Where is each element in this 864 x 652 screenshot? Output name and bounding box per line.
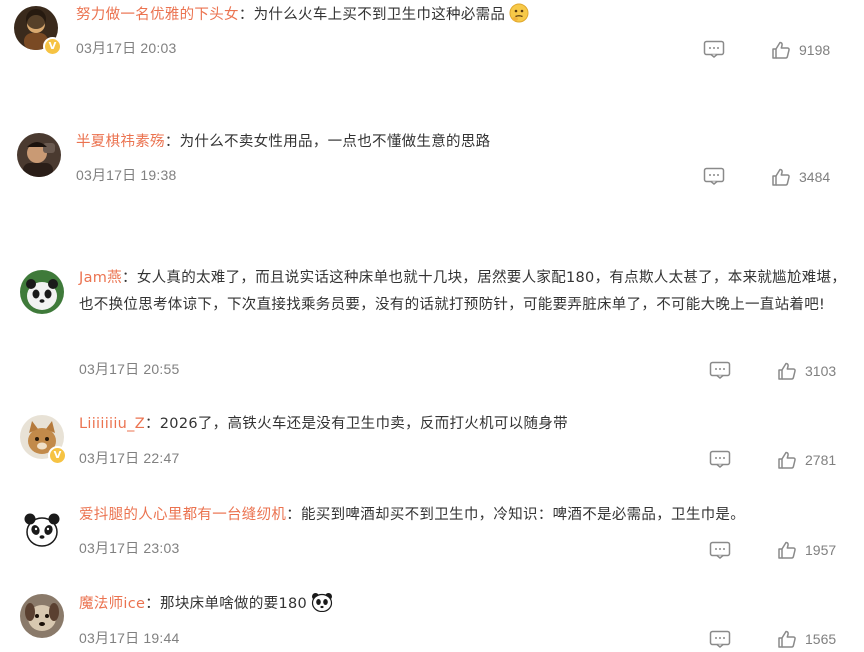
comment-username[interactable]: Jam燕	[79, 270, 122, 286]
thumbs-up-icon	[778, 541, 796, 559]
comment-text: 为什么不卖女性用品，一点也不懂做生意的思路	[179, 134, 491, 150]
comment-time: 03月17日 22:47	[79, 450, 180, 466]
comment-icon[interactable]	[709, 541, 731, 559]
like-button[interactable]: 2781	[777, 449, 836, 471]
like-button[interactable]: 9198	[771, 39, 830, 61]
comment-separator: ：	[144, 416, 160, 432]
like-count: 1957	[805, 542, 837, 558]
verified-v-icon: V	[43, 37, 62, 56]
comment-separator: ：	[286, 507, 302, 523]
panda-face-icon	[311, 592, 333, 622]
comment-time: 03月17日 23:03	[79, 540, 180, 556]
comment-text: 能买到啤酒却买不到卫生巾，冷知识：啤酒不是必需品，卫生巾是。	[301, 507, 746, 523]
thumbs-up-icon	[778, 362, 796, 380]
comment-time: 03月17日 19:44	[79, 630, 180, 646]
comment-username[interactable]: 魔法师ice	[79, 596, 145, 612]
comment-separator: ：	[122, 270, 137, 286]
like-button[interactable]: 3484	[771, 166, 830, 188]
comment-icon[interactable]	[709, 450, 731, 468]
comment-separator: ：	[238, 7, 254, 23]
like-count: 2781	[805, 452, 837, 468]
thumbs-up-icon	[772, 41, 790, 59]
thinking-face-icon	[509, 3, 529, 33]
comment-body: 爱抖腿的人心里都有一台缝纫机：能买到啤酒却买不到卫生巾，冷知识：啤酒不是必需品，…	[79, 502, 854, 529]
thumbs-up-icon	[772, 168, 790, 186]
comment-body: 努力做一名优雅的下头女：为什么火车上买不到卫生巾这种必需品	[76, 2, 846, 33]
comment-username[interactable]: 半夏棋祎素殇	[76, 134, 165, 150]
comment-icon[interactable]	[709, 361, 731, 379]
comment-separator: ：	[164, 134, 180, 150]
comment-body: Liiiiiiiu_Z：2026了，高铁火车还是没有卫生巾卖，反而打火机可以随身…	[79, 411, 849, 438]
comment-separator: ：	[145, 596, 161, 612]
thumbs-up-icon	[778, 451, 796, 469]
user-avatar[interactable]	[20, 594, 64, 638]
comment-text: 2026了，高铁火车还是没有卫生巾卖，反而打火机可以随身带	[159, 416, 568, 432]
like-button[interactable]: 3103	[777, 360, 836, 382]
comment-icon[interactable]	[709, 630, 731, 648]
comment-icon[interactable]	[703, 40, 725, 58]
thumbs-up-icon	[778, 630, 796, 648]
like-button[interactable]: 1957	[777, 539, 836, 561]
like-button[interactable]: 1565	[777, 628, 836, 650]
comment-text: 为什么火车上买不到卫生巾这种必需品	[253, 7, 506, 23]
comment-username[interactable]: 爱抖腿的人心里都有一台缝纫机	[79, 507, 286, 523]
comment-body: 半夏棋祎素殇：为什么不卖女性用品，一点也不懂做生意的思路	[76, 129, 846, 156]
like-count: 9198	[799, 42, 831, 58]
comment-username[interactable]: Liiiiiiiu_Z	[79, 416, 145, 432]
comment-time: 03月17日 19:38	[76, 167, 177, 183]
comment-text: 那块床单啥做的要180	[160, 596, 308, 612]
like-count: 3103	[805, 363, 837, 379]
user-avatar[interactable]	[20, 507, 64, 551]
comment-body: Jam燕：女人真的太难了，而且说实话这种床单也就十几块，居然要人家配180，有点…	[79, 265, 854, 319]
comment-username[interactable]: 努力做一名优雅的下头女	[76, 7, 239, 23]
verified-v-icon: V	[48, 446, 67, 465]
comment-time: 03月17日 20:03	[76, 40, 177, 56]
like-count: 3484	[799, 169, 831, 185]
comment-time: 03月17日 20:55	[79, 361, 180, 377]
comment-icon[interactable]	[703, 167, 725, 185]
comment-body: 魔法师ice：那块床单啥做的要180	[79, 591, 849, 622]
like-count: 1565	[805, 631, 837, 647]
user-avatar[interactable]	[20, 270, 64, 314]
user-avatar[interactable]	[17, 133, 61, 177]
comment-text: 女人真的太难了，而且说实话这种床单也就十几块，居然要人家配180，有点欺人太甚了…	[79, 270, 847, 313]
